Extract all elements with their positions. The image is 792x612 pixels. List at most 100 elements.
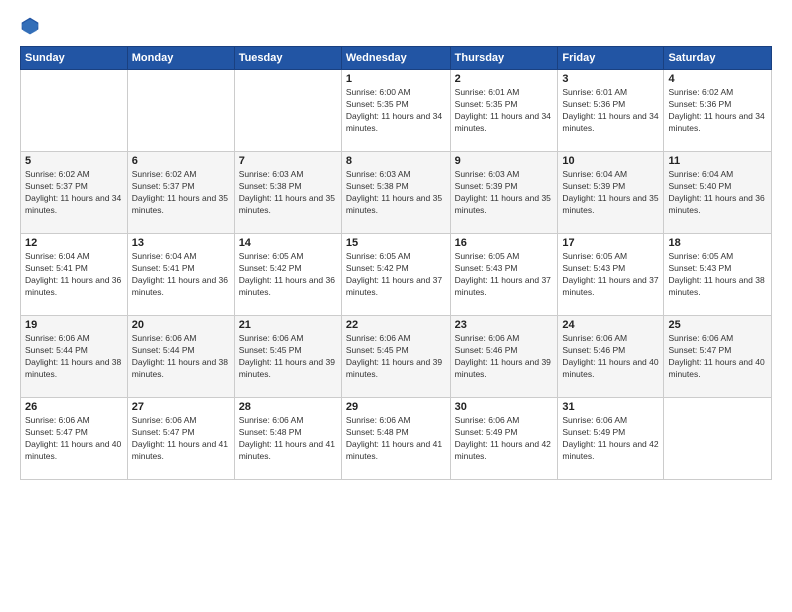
day-number: 12 [25, 237, 123, 249]
day-detail: Sunrise: 6:05 AM Sunset: 5:43 PM Dayligh… [562, 251, 659, 299]
day-number: 15 [346, 237, 446, 249]
day-detail: Sunrise: 6:02 AM Sunset: 5:36 PM Dayligh… [668, 87, 767, 135]
day-detail: Sunrise: 6:06 AM Sunset: 5:47 PM Dayligh… [132, 415, 230, 463]
day-detail: Sunrise: 6:06 AM Sunset: 5:46 PM Dayligh… [562, 333, 659, 381]
day-detail: Sunrise: 6:06 AM Sunset: 5:44 PM Dayligh… [25, 333, 123, 381]
day-detail: Sunrise: 6:05 AM Sunset: 5:42 PM Dayligh… [346, 251, 446, 299]
day-detail: Sunrise: 6:04 AM Sunset: 5:41 PM Dayligh… [132, 251, 230, 299]
day-number: 27 [132, 401, 230, 413]
day-number: 11 [668, 155, 767, 167]
calendar-cell: 26Sunrise: 6:06 AM Sunset: 5:47 PM Dayli… [21, 398, 128, 480]
logo [20, 16, 44, 36]
day-detail: Sunrise: 6:03 AM Sunset: 5:38 PM Dayligh… [239, 169, 337, 217]
header [20, 16, 772, 36]
weekday-header-thursday: Thursday [450, 47, 558, 70]
day-number: 25 [668, 319, 767, 331]
week-row-3: 12 Sunrise: 6:04 AM Sunset: 5:41 PM Dayli… [21, 234, 772, 316]
calendar-cell: 5Sunrise: 6:02 AM Sunset: 5:37 PM Daylig… [21, 152, 128, 234]
week-row-1: 1 Sunrise: 6:00 AM Sunset: 5:35 PM Daylig… [21, 70, 772, 152]
day-number: 23 [455, 319, 554, 331]
day-number: 16 [455, 237, 554, 249]
day-detail: Sunrise: 6:02 AM Sunset: 5:37 PM Dayligh… [132, 169, 230, 217]
calendar-cell: 27 Sunrise: 6:06 AM Sunset: 5:47 PM Dayli… [127, 398, 234, 480]
week-row-5: 26 Sunrise: 6:06 AM Sunset: 5:47 PM Dayli… [21, 398, 772, 480]
day-detail: Sunrise: 6:05 AM Sunset: 5:42 PM Dayligh… [239, 251, 337, 299]
calendar-cell [127, 70, 234, 152]
calendar-cell: 9 Sunrise: 6:03 AM Sunset: 5:39 PM Daylig… [450, 152, 558, 234]
day-detail: Sunrise: 6:03 AM Sunset: 5:39 PM Dayligh… [455, 169, 554, 217]
day-detail: Sunrise: 6:04 AM Sunset: 5:40 PM Dayligh… [668, 169, 767, 217]
calendar-cell: 31 Sunrise: 6:06 AM Sunset: 5:49 PM Dayli… [558, 398, 664, 480]
calendar-cell: 1 Sunrise: 6:00 AM Sunset: 5:35 PM Daylig… [341, 70, 450, 152]
calendar-cell: 25 Sunrise: 6:06 AM Sunset: 5:47 PM Dayli… [664, 316, 772, 398]
weekday-header-tuesday: Tuesday [234, 47, 341, 70]
day-number: 1 [346, 73, 446, 85]
day-detail: Sunrise: 6:06 AM Sunset: 5:44 PM Dayligh… [132, 333, 230, 381]
day-detail: Sunrise: 6:04 AM Sunset: 5:41 PM Dayligh… [25, 251, 123, 299]
calendar-cell: 10 Sunrise: 6:04 AM Sunset: 5:39 PM Dayli… [558, 152, 664, 234]
weekday-header-row: SundayMondayTuesdayWednesdayThursdayFrid… [21, 47, 772, 70]
page: SundayMondayTuesdayWednesdayThursdayFrid… [0, 0, 792, 612]
calendar-cell: 20 Sunrise: 6:06 AM Sunset: 5:44 PM Dayli… [127, 316, 234, 398]
day-number: 24 [562, 319, 659, 331]
day-detail: Sunrise: 6:06 AM Sunset: 5:45 PM Dayligh… [346, 333, 446, 381]
day-detail: Sunrise: 6:06 AM Sunset: 5:47 PM Dayligh… [668, 333, 767, 381]
day-number: 30 [455, 401, 554, 413]
day-detail: Sunrise: 6:06 AM Sunset: 5:49 PM Dayligh… [562, 415, 659, 463]
day-detail: Sunrise: 6:04 AM Sunset: 5:39 PM Dayligh… [562, 169, 659, 217]
day-detail: Sunrise: 6:05 AM Sunset: 5:43 PM Dayligh… [455, 251, 554, 299]
day-number: 14 [239, 237, 337, 249]
day-number: 26 [25, 401, 123, 413]
day-number: 19 [25, 319, 123, 331]
weekday-header-monday: Monday [127, 47, 234, 70]
day-number: 4 [668, 73, 767, 85]
day-number: 22 [346, 319, 446, 331]
calendar-cell: 18 Sunrise: 6:05 AM Sunset: 5:43 PM Dayli… [664, 234, 772, 316]
day-number: 17 [562, 237, 659, 249]
day-number: 20 [132, 319, 230, 331]
calendar-cell: 11 Sunrise: 6:04 AM Sunset: 5:40 PM Dayli… [664, 152, 772, 234]
calendar-cell: 13Sunrise: 6:04 AM Sunset: 5:41 PM Dayli… [127, 234, 234, 316]
calendar-cell: 4 Sunrise: 6:02 AM Sunset: 5:36 PM Daylig… [664, 70, 772, 152]
week-row-4: 19 Sunrise: 6:06 AM Sunset: 5:44 PM Dayli… [21, 316, 772, 398]
calendar-cell: 15 Sunrise: 6:05 AM Sunset: 5:42 PM Dayli… [341, 234, 450, 316]
calendar-cell: 29 Sunrise: 6:06 AM Sunset: 5:48 PM Dayli… [341, 398, 450, 480]
day-number: 7 [239, 155, 337, 167]
calendar-cell [664, 398, 772, 480]
calendar-table: SundayMondayTuesdayWednesdayThursdayFrid… [20, 46, 772, 480]
weekday-header-wednesday: Wednesday [341, 47, 450, 70]
day-number: 29 [346, 401, 446, 413]
calendar-cell: 23Sunrise: 6:06 AM Sunset: 5:46 PM Dayli… [450, 316, 558, 398]
day-detail: Sunrise: 6:06 AM Sunset: 5:48 PM Dayligh… [346, 415, 446, 463]
week-row-2: 5 Sunrise: 6:02 AM Sunset: 5:37 PM Daylig… [21, 152, 772, 234]
logo-icon [20, 16, 40, 36]
day-number: 10 [562, 155, 659, 167]
calendar-cell [21, 70, 128, 152]
calendar-cell: 14 Sunrise: 6:05 AM Sunset: 5:42 PM Dayli… [234, 234, 341, 316]
calendar-cell: 8Sunrise: 6:03 AM Sunset: 5:38 PM Daylig… [341, 152, 450, 234]
calendar-cell: 17 Sunrise: 6:05 AM Sunset: 5:43 PM Dayli… [558, 234, 664, 316]
day-detail: Sunrise: 6:06 AM Sunset: 5:48 PM Dayligh… [239, 415, 337, 463]
day-detail: Sunrise: 6:01 AM Sunset: 5:35 PM Dayligh… [455, 87, 554, 135]
weekday-header-friday: Friday [558, 47, 664, 70]
day-number: 31 [562, 401, 659, 413]
calendar-cell: 28 Sunrise: 6:06 AM Sunset: 5:48 PM Dayli… [234, 398, 341, 480]
day-detail: Sunrise: 6:01 AM Sunset: 5:36 PM Dayligh… [562, 87, 659, 135]
calendar-cell: 21Sunrise: 6:06 AM Sunset: 5:45 PM Dayli… [234, 316, 341, 398]
calendar-cell: 2Sunrise: 6:01 AM Sunset: 5:35 PM Daylig… [450, 70, 558, 152]
day-detail: Sunrise: 6:03 AM Sunset: 5:38 PM Dayligh… [346, 169, 446, 217]
calendar-cell [234, 70, 341, 152]
day-detail: Sunrise: 6:06 AM Sunset: 5:49 PM Dayligh… [455, 415, 554, 463]
day-number: 21 [239, 319, 337, 331]
day-number: 5 [25, 155, 123, 167]
calendar-cell: 30 Sunrise: 6:06 AM Sunset: 5:49 PM Dayli… [450, 398, 558, 480]
day-number: 9 [455, 155, 554, 167]
day-number: 28 [239, 401, 337, 413]
calendar-cell: 24 Sunrise: 6:06 AM Sunset: 5:46 PM Dayli… [558, 316, 664, 398]
day-number: 3 [562, 73, 659, 85]
calendar-cell: 12 Sunrise: 6:04 AM Sunset: 5:41 PM Dayli… [21, 234, 128, 316]
day-detail: Sunrise: 6:05 AM Sunset: 5:43 PM Dayligh… [668, 251, 767, 299]
calendar-cell: 6Sunrise: 6:02 AM Sunset: 5:37 PM Daylig… [127, 152, 234, 234]
day-number: 18 [668, 237, 767, 249]
day-detail: Sunrise: 6:00 AM Sunset: 5:35 PM Dayligh… [346, 87, 446, 135]
